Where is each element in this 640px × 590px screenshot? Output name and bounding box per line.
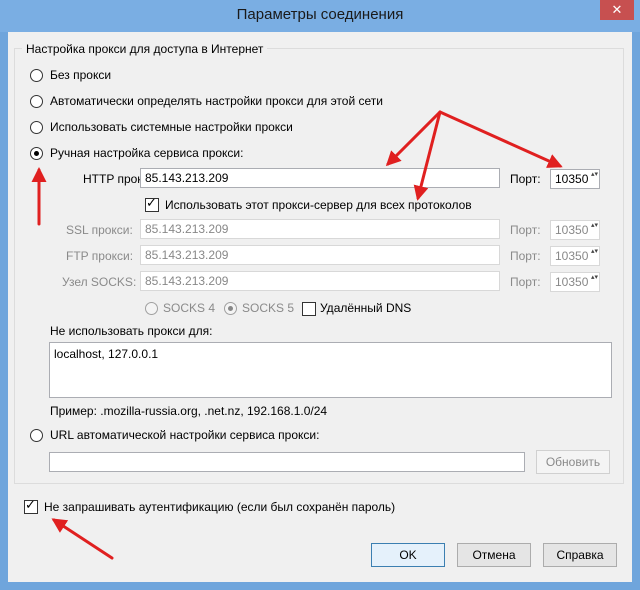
socks-host-input[interactable]: 85.143.213.209 [140,271,500,291]
reload-button[interactable]: Обновить [536,450,610,474]
socks-host-label: Узел SOCKS: [62,275,137,289]
no-auth-label[interactable]: Не запрашивать аутентификацию (если был … [44,500,395,514]
cancel-button[interactable]: Отмена [457,543,531,567]
no-proxy-for-textarea[interactable]: localhost, 127.0.0.1 [49,342,612,398]
socks5-label[interactable]: SOCKS 5 [242,301,294,315]
no-proxy-for-label: Не использовать прокси для: [50,324,213,338]
ssl-proxy-input[interactable]: 85.143.213.209 [140,219,500,239]
no-proxy-example: Пример: .mozilla-russia.org, .net.nz, 19… [50,404,328,418]
radio-socks4[interactable] [145,302,158,315]
radio-no-proxy-label[interactable]: Без прокси [50,68,111,82]
radio-manual-proxy[interactable] [30,147,43,160]
remote-dns-checkbox[interactable] [302,302,316,316]
socks-port-stepper[interactable]: 10350 [550,272,600,292]
proxy-settings-group [14,48,624,484]
use-for-all-label[interactable]: Использовать этот прокси-сервер для всех… [165,198,472,212]
help-button[interactable]: Справка [543,543,617,567]
http-port-label: Порт: [510,172,541,186]
proxy-group-legend: Настройка прокси для доступа в Интернет [22,42,268,56]
radio-auto-detect-label[interactable]: Автоматически определять настройки прокс… [50,94,383,108]
radio-auto-config-url[interactable] [30,429,43,442]
radio-socks5[interactable] [224,302,237,315]
http-proxy-input[interactable]: 85.143.213.209 [140,168,500,188]
radio-manual-proxy-label[interactable]: Ручная настройка сервиса прокси: [50,146,243,160]
ftp-port-label: Порт: [510,249,541,263]
ftp-port-stepper[interactable]: 10350 [550,246,600,266]
ok-button[interactable]: OK [371,543,445,567]
auto-config-url-input[interactable] [49,452,525,472]
socks4-label[interactable]: SOCKS 4 [163,301,215,315]
window-title: Параметры соединения [236,6,404,23]
close-icon: ✕ [611,2,623,17]
ssl-proxy-label: SSL прокси: [66,223,133,237]
ssl-port-label: Порт: [510,223,541,237]
radio-auto-detect[interactable] [30,95,43,108]
title-bar[interactable]: Параметры соединения ✕ [0,0,640,32]
http-port-stepper[interactable]: 10350 [550,169,600,189]
radio-system-proxy-label[interactable]: Использовать системные настройки прокси [50,120,293,134]
radio-auto-config-url-label[interactable]: URL автоматической настройки сервиса про… [50,428,319,442]
no-auth-checkbox[interactable] [24,498,38,514]
ssl-port-stepper[interactable]: 10350 [550,220,600,240]
ftp-proxy-label: FTP прокси: [66,249,134,263]
remote-dns-label[interactable]: Удалённый DNS [320,301,411,315]
radio-no-proxy[interactable] [30,69,43,82]
use-for-all-checkbox[interactable] [145,196,159,212]
ftp-proxy-input[interactable]: 85.143.213.209 [140,245,500,265]
radio-system-proxy[interactable] [30,121,43,134]
socks-port-label: Порт: [510,275,541,289]
close-button[interactable]: ✕ [600,0,634,20]
